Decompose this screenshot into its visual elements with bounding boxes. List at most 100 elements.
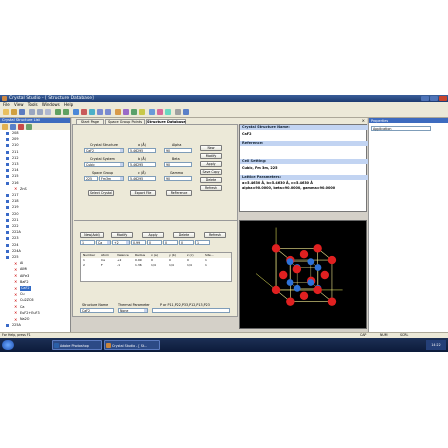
tree-item[interactable]: 219 <box>0 205 69 210</box>
save-copy-button[interactable]: Save Copy <box>200 169 222 175</box>
open-folder-icon[interactable] <box>11 109 17 115</box>
light-icon[interactable] <box>139 109 145 115</box>
taskbar-item-crystal-studio[interactable]: Crystal Studio - [ St... <box>104 340 160 350</box>
paste-icon[interactable] <box>45 109 51 115</box>
tree-item[interactable]: ✕ EuF2+EuF3 <box>0 311 69 316</box>
atom-radius-input[interactable]: 0.99 <box>131 240 146 245</box>
tree-item[interactable]: 220 <box>0 212 69 217</box>
stereogram-icon[interactable] <box>157 109 163 115</box>
zoom-out-icon[interactable] <box>105 109 111 115</box>
crystal-structure-model[interactable] <box>240 221 367 329</box>
table-row[interactable]: 2 F -1 1.36 1/4 1/4 1/4 1 <box>81 263 231 268</box>
polyhedra-icon[interactable] <box>115 109 121 115</box>
atom-x-input[interactable]: 0 <box>147 240 162 245</box>
tree-item[interactable]: 208 <box>0 131 69 136</box>
undo-icon[interactable] <box>55 109 61 115</box>
modify-button[interactable]: Modify <box>200 153 222 159</box>
view-crystal-icon[interactable] <box>73 109 79 115</box>
new-button[interactable]: New <box>200 145 222 151</box>
tree-item[interactable]: 225A <box>0 323 69 328</box>
start-button[interactable] <box>2 340 14 350</box>
tree-item[interactable]: 210 <box>0 143 69 148</box>
refresh-atom-button[interactable]: Refresh <box>204 232 226 238</box>
tree-item[interactable]: 211 <box>0 150 69 155</box>
c-input[interactable]: 5.46295 <box>128 176 156 181</box>
close-tab-icon[interactable]: × <box>362 118 365 123</box>
reference-button[interactable]: ReFerence <box>166 190 192 196</box>
atom-valence-select[interactable]: +2 <box>112 240 130 245</box>
copy-icon[interactable] <box>37 109 43 115</box>
atom-y-input[interactable]: 0 <box>163 240 178 245</box>
bonds-icon[interactable] <box>123 109 129 115</box>
tree-item[interactable]: 215 <box>0 174 69 179</box>
atom-fraction-input[interactable]: 1 <box>195 240 210 245</box>
tree-item[interactable]: 223 <box>0 236 69 241</box>
tree-item[interactable]: 224 <box>0 243 69 248</box>
save-icon[interactable] <box>19 109 25 115</box>
taskbar-item-photoshop[interactable]: Adobe Photoshop <box>52 340 102 350</box>
gamma-input[interactable]: 90 <box>164 176 192 181</box>
tree-item[interactable]: 218 <box>0 199 69 204</box>
export-file-button[interactable]: Export File <box>130 190 156 196</box>
rotate-icon[interactable] <box>89 109 95 115</box>
tree-item[interactable]: ✕ BaF2 <box>0 280 69 285</box>
tree-item[interactable]: ✕ Cu <box>0 292 69 297</box>
delete-atom-button[interactable]: Delete <box>173 232 195 238</box>
atom-z-input[interactable]: 0 <box>179 240 194 245</box>
space-group-symbol-select[interactable]: Fm3m <box>99 176 124 181</box>
tree-item[interactable]: 221 <box>0 218 69 223</box>
alpha-input[interactable]: 90 <box>164 148 192 153</box>
crystal-structure-select[interactable]: CaF2 <box>84 148 124 153</box>
crystal-3d-viewer[interactable] <box>239 220 367 329</box>
diffraction-icon[interactable] <box>149 109 155 115</box>
tree-item[interactable]: ✕ Cu2ZC6 <box>0 298 69 303</box>
b-input[interactable]: 5.46295 <box>128 162 156 167</box>
tree-item[interactable]: 217 <box>0 193 69 198</box>
new-add-atom-button[interactable]: New(Add) <box>80 232 104 238</box>
close-button[interactable] <box>439 96 447 101</box>
tree-item[interactable]: ✕ Al <box>0 261 69 266</box>
axis-icon[interactable] <box>131 109 137 115</box>
thermal-parameter-select[interactable]: None <box>118 308 148 313</box>
tree-item[interactable]: 212 <box>0 156 69 161</box>
tree-item[interactable]: ✕ Na2O <box>0 317 69 322</box>
tree-item[interactable]: ✕ ZnS <box>0 187 69 192</box>
tree-item[interactable]: 209 <box>0 137 69 142</box>
help-icon[interactable] <box>183 109 189 115</box>
redo-icon[interactable] <box>63 109 69 115</box>
structure-name-input[interactable]: CaF2 <box>80 308 114 313</box>
select-crystal-button[interactable]: Select Crystal <box>88 190 114 196</box>
refresh-button[interactable]: Refresh <box>200 185 222 191</box>
maximize-button[interactable] <box>430 96 438 101</box>
crystal-system-select[interactable]: Cubic <box>84 162 124 167</box>
apply-atom-button[interactable]: Apply <box>142 232 164 238</box>
delete-button[interactable]: Delete <box>200 177 222 183</box>
tree-item[interactable]: 222A <box>0 230 69 235</box>
tree-item[interactable]: ✕ AlMi <box>0 267 69 272</box>
tree-item[interactable]: 225 <box>0 255 69 260</box>
atom-element-select[interactable]: Ca <box>96 240 111 245</box>
tree-item[interactable]: 222 <box>0 224 69 229</box>
a-input[interactable]: 5.46295 <box>128 148 156 153</box>
apply-button[interactable]: Apply <box>200 161 222 167</box>
atom-number-input[interactable]: 1 <box>80 240 95 245</box>
beta-input[interactable]: 90 <box>164 162 192 167</box>
tree-item[interactable]: ✕ Ca <box>0 305 69 310</box>
tree-item[interactable]: 216 <box>0 181 69 186</box>
tree-item[interactable]: 214 <box>0 168 69 173</box>
zoom-in-icon[interactable] <box>97 109 103 115</box>
print-icon[interactable] <box>175 109 181 115</box>
thermal-params-input[interactable] <box>152 308 230 313</box>
tree-item[interactable]: ✕ CaF2 <box>0 286 69 291</box>
space-group-number[interactable]: 225 <box>84 176 98 181</box>
minimize-button[interactable] <box>421 96 429 101</box>
tree-item[interactable]: 213 <box>0 162 69 167</box>
tree-item[interactable]: 224A <box>0 249 69 254</box>
properties-selector[interactable]: Application <box>371 126 431 131</box>
new-file-icon[interactable] <box>3 109 9 115</box>
modify-atom-button[interactable]: Modify <box>111 232 133 238</box>
tree-item[interactable]: ✕ AlFe3 <box>0 274 69 279</box>
cut-icon[interactable] <box>29 109 35 115</box>
export-icon[interactable] <box>165 109 171 115</box>
atom-icon[interactable] <box>81 109 87 115</box>
